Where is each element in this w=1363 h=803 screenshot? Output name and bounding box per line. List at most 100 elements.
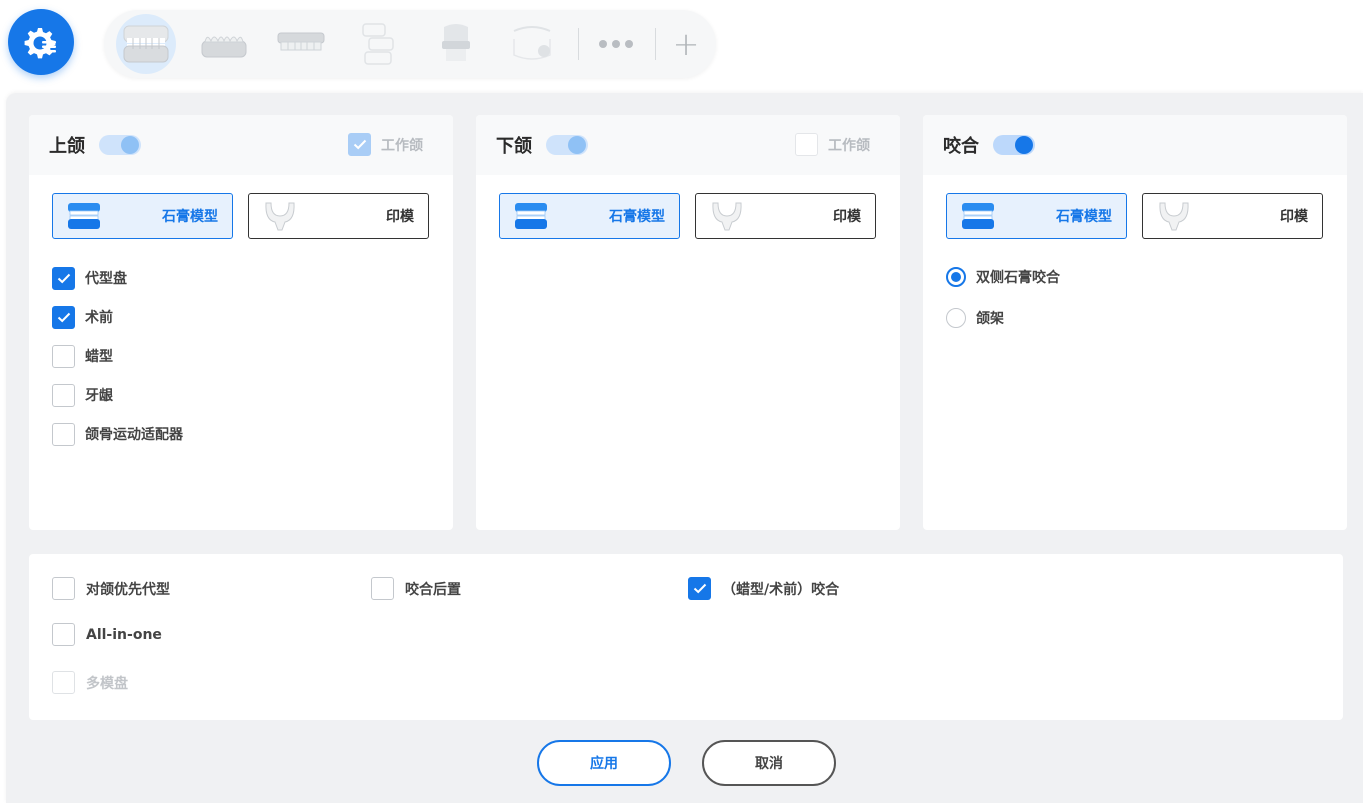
option-all-in-one-checkbox[interactable] <box>52 623 75 646</box>
option-multi-die-checkbox <box>52 671 75 694</box>
bite-card: 咬合 石膏模型 印模 双侧石膏咬合 颌架 <box>923 115 1347 530</box>
plaster-model-icon <box>68 203 100 229</box>
option-wax-preop-bite[interactable]: （蜡型/术前）咬合 <box>688 577 839 600</box>
option-label: 代型盘 <box>85 271 127 287</box>
option-label: 颌骨运动适配器 <box>85 427 183 443</box>
plus-icon: + <box>672 25 700 63</box>
bite-seg-impression[interactable]: 印模 <box>1142 193 1323 239</box>
option-label: 牙龈 <box>85 388 113 404</box>
upper-jaw-header: 上颌 工作颌 <box>29 115 453 175</box>
upper-seg-plaster[interactable]: 石膏模型 <box>52 193 233 239</box>
option-bite-after-checkbox[interactable] <box>371 577 394 600</box>
gear-list-icon <box>24 28 56 59</box>
add-button[interactable]: + <box>656 14 716 74</box>
tool-stacked-models[interactable] <box>349 14 409 74</box>
tool-single-tooth[interactable] <box>426 14 486 74</box>
check-icon <box>693 583 706 594</box>
bite-option-bilateral-plaster-radio[interactable] <box>946 267 966 287</box>
upper-option-gingiva-checkbox[interactable] <box>52 383 75 407</box>
single-tooth-icon <box>442 24 470 61</box>
upper-option-preop-checkbox[interactable] <box>52 305 75 329</box>
check-icon <box>57 312 70 322</box>
lower-jaw-toggle[interactable] <box>546 135 588 155</box>
lower-seg-plaster[interactable]: 石膏模型 <box>499 193 680 239</box>
upper-option-die-tray[interactable]: 代型盘 <box>52 259 453 297</box>
upper-arch-tray-icon <box>277 32 325 51</box>
tool-upper-tray[interactable] <box>271 14 331 74</box>
option-label: 双侧石膏咬合 <box>976 270 1060 286</box>
extra-options-card: 对颌优先代型 咬合后置 （蜡型/术前）咬合 All-in-one 多模盘 <box>29 554 1343 720</box>
option-opposing-first-checkbox[interactable] <box>52 577 75 600</box>
bite-option-articulator[interactable]: 颌架 <box>946 298 1347 338</box>
lower-seg-plaster-label: 石膏模型 <box>609 209 665 225</box>
full-arch-model-icon <box>123 25 169 63</box>
model-scan-icon <box>513 26 551 60</box>
upper-seg-impression-label: 印模 <box>386 209 414 225</box>
upper-jaw-toggle[interactable] <box>99 135 141 155</box>
settings-button[interactable] <box>8 9 74 75</box>
cancel-button[interactable]: 取消 <box>702 740 836 786</box>
bite-header: 咬合 <box>923 115 1347 175</box>
upper-option-gingiva[interactable]: 牙龈 <box>52 376 453 414</box>
more-dots-icon <box>599 40 633 48</box>
bite-option-bilateral-plaster[interactable]: 双侧石膏咬合 <box>946 257 1347 297</box>
impression-tray-icon <box>712 202 742 231</box>
option-bite-after[interactable]: 咬合后置 <box>371 577 461 600</box>
lower-jaw-title: 下颌 <box>496 136 532 157</box>
option-label: 术前 <box>85 310 113 326</box>
option-multi-die: 多模盘 <box>52 671 128 694</box>
apply-button[interactable]: 应用 <box>537 740 671 786</box>
bite-seg-plaster[interactable]: 石膏模型 <box>946 193 1127 239</box>
check-icon <box>57 273 70 283</box>
upper-seg-plaster-label: 石膏模型 <box>162 209 218 225</box>
option-label: 对颌优先代型 <box>86 581 170 598</box>
model-toolbar: + <box>104 10 716 78</box>
stacked-models-icon <box>362 23 394 65</box>
option-label: 蜡型 <box>85 349 113 365</box>
impression-tray-icon <box>265 202 295 231</box>
more-button[interactable] <box>586 14 646 74</box>
lower-work-jaw-checkbox[interactable] <box>795 133 818 156</box>
upper-jaw-title: 上颌 <box>49 136 85 157</box>
option-label: 咬合后置 <box>405 581 461 598</box>
bite-option-articulator-radio[interactable] <box>946 308 966 328</box>
plaster-model-icon <box>515 203 547 229</box>
settings-panel: 上颌 工作颌 石膏模型 印模 代型盘 术前 蜡型 牙龈 颌骨运动适配器 下颌 工… <box>6 93 1363 803</box>
lower-seg-impression[interactable]: 印模 <box>695 193 876 239</box>
lower-arch-model-icon <box>201 36 247 58</box>
option-all-in-one[interactable]: All-in-one <box>52 623 162 646</box>
upper-option-wax[interactable]: 蜡型 <box>52 337 453 375</box>
upper-option-jaw-motion[interactable]: 颌骨运动适配器 <box>52 415 453 453</box>
upper-seg-impression[interactable]: 印模 <box>248 193 429 239</box>
check-icon <box>353 139 366 150</box>
bite-title: 咬合 <box>943 136 979 157</box>
option-label: （蜡型/术前）咬合 <box>722 581 840 598</box>
upper-work-jaw-label: 工作颌 <box>381 137 423 154</box>
lower-work-jaw[interactable]: 工作颌 <box>795 133 870 156</box>
bite-toggle[interactable] <box>993 135 1035 155</box>
option-label: 多模盘 <box>86 675 128 692</box>
lower-jaw-header: 下颌 工作颌 <box>476 115 900 175</box>
impression-tray-icon <box>1159 202 1189 231</box>
option-opposing-first[interactable]: 对颌优先代型 <box>52 577 170 600</box>
upper-option-preop[interactable]: 术前 <box>52 298 453 336</box>
tool-lower-arch[interactable] <box>194 14 254 74</box>
upper-work-jaw-checkbox[interactable] <box>348 133 371 156</box>
upper-options: 代型盘 术前 蜡型 牙龈 颌骨运动适配器 <box>29 239 453 453</box>
option-label: All-in-one <box>86 626 162 643</box>
option-wax-preop-bite-checkbox[interactable] <box>688 577 711 600</box>
option-label: 颌架 <box>976 311 1004 327</box>
plaster-model-icon <box>962 203 994 229</box>
bite-seg-plaster-label: 石膏模型 <box>1056 209 1112 225</box>
lower-seg-impression-label: 印模 <box>833 209 861 225</box>
upper-option-jaw-motion-checkbox[interactable] <box>52 422 75 446</box>
tool-model-scan[interactable] <box>502 14 562 74</box>
bite-options: 双侧石膏咬合 颌架 <box>923 239 1347 338</box>
upper-option-die-tray-checkbox[interactable] <box>52 266 75 290</box>
bite-seg-impression-label: 印模 <box>1280 209 1308 225</box>
tool-full-arch[interactable] <box>116 14 176 74</box>
lower-work-jaw-label: 工作颌 <box>828 137 870 154</box>
upper-option-wax-checkbox[interactable] <box>52 344 75 368</box>
lower-jaw-card: 下颌 工作颌 石膏模型 印模 <box>476 115 900 530</box>
upper-work-jaw[interactable]: 工作颌 <box>348 133 423 156</box>
